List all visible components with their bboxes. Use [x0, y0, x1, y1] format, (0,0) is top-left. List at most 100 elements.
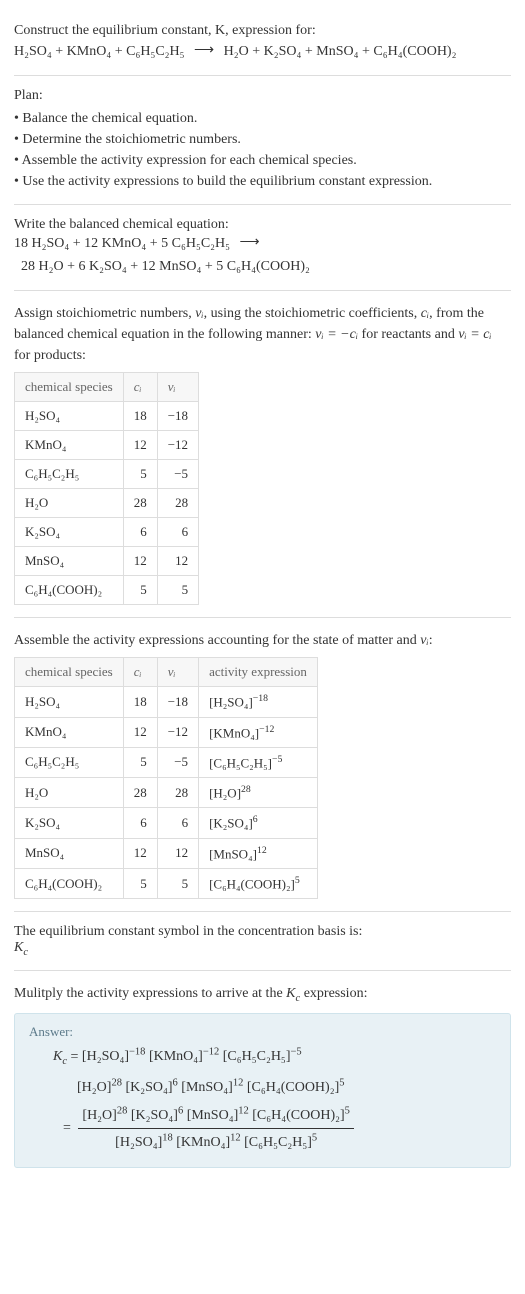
- cell-nu: 6: [157, 518, 198, 547]
- term: [MnSO₄]12: [181, 1080, 243, 1095]
- term: [C₆H₅C₂H₅]−5: [223, 1049, 302, 1064]
- table-row: K₂SO₄66[K₂SO₄]6: [15, 808, 318, 838]
- divider: [14, 204, 511, 205]
- col-nu: νᵢ: [157, 373, 198, 402]
- table-row: H₂SO₄18−18: [15, 402, 199, 431]
- activity-table: chemical species cᵢ νᵢ activity expressi…: [14, 657, 318, 899]
- table-row: C₆H₅C₂H₅5−5[C₆H₅C₂H₅]−5: [15, 747, 318, 777]
- cell-species: H₂SO₄: [15, 402, 124, 431]
- divider: [14, 911, 511, 912]
- cell-species: KMnO₄: [15, 717, 124, 747]
- cell-nu: −18: [157, 687, 198, 717]
- kc-k: K: [14, 940, 23, 955]
- cell-nu: 5: [157, 869, 198, 899]
- cell-activity: [H₂O]28: [199, 778, 318, 808]
- term: [K₂SO₄]6: [125, 1080, 177, 1095]
- col-activity: activity expression: [199, 658, 318, 687]
- rel-reactants: νᵢ = −cᵢ: [315, 327, 358, 342]
- plan-section: Plan: Balance the chemical equation. Det…: [14, 80, 511, 200]
- term: [C₆H₄(COOH)₂]5: [252, 1108, 350, 1123]
- table-row: H₂O2828[H₂O]28: [15, 778, 318, 808]
- ci-header: cᵢ: [134, 664, 142, 679]
- cell-ci: 5: [123, 460, 157, 489]
- cell-species: MnSO₄: [15, 547, 124, 576]
- cell-nu: 5: [157, 576, 198, 605]
- cell-ci: 18: [123, 402, 157, 431]
- plan-item: Determine the stoichiometric numbers.: [14, 129, 511, 150]
- multiply-intro: Mulitply the activity expressions to arr…: [14, 983, 511, 1007]
- answer-box: Answer: Kc = [H₂SO₄]−18 [KMnO₄]−12 [C₆H₅…: [14, 1013, 511, 1168]
- term: [K₂SO₄]6: [131, 1108, 183, 1123]
- table-row: KMnO₄12−12[KMnO₄]−12: [15, 717, 318, 747]
- term: [MnSO₄]12: [187, 1108, 249, 1123]
- cell-activity: [H₂SO₄]−18: [199, 687, 318, 717]
- cell-activity: [MnSO₄]12: [199, 838, 318, 868]
- kc-expression-line1: Kc = [H₂SO₄]−18 [KMnO₄]−12 [C₆H₅C₂H₅]−5: [53, 1044, 496, 1072]
- table-row: KMnO₄12−12: [15, 431, 199, 460]
- cell-nu: −12: [157, 431, 198, 460]
- t: for reactants and: [358, 327, 458, 342]
- col-species: chemical species: [15, 373, 124, 402]
- nu-header: νᵢ: [168, 664, 176, 679]
- term: [H₂O]28: [77, 1080, 122, 1095]
- kc-k: K: [53, 1049, 62, 1064]
- activity-section: Assemble the activity expressions accoun…: [14, 622, 511, 907]
- symbol-section: The equilibrium constant symbol in the c…: [14, 916, 511, 966]
- nu-header: νᵢ: [168, 379, 176, 394]
- t: :: [429, 633, 433, 648]
- t: expression:: [300, 986, 367, 1001]
- cell-nu: 12: [157, 838, 198, 868]
- table-row: C₆H₅C₂H₅5−5: [15, 460, 199, 489]
- cell-nu: −18: [157, 402, 198, 431]
- ci-symbol: cᵢ: [421, 306, 429, 321]
- kc-expression-line2: [H₂O]28 [K₂SO₄]6 [MnSO₄]12 [C₆H₄(COOH)₂]…: [77, 1074, 496, 1100]
- cell-ci: 28: [123, 778, 157, 808]
- table-header-row: chemical species cᵢ νᵢ: [15, 373, 199, 402]
- cell-ci: 12: [123, 717, 157, 747]
- balanced-line2: 28 H₂O + 6 K₂SO₄ + 12 MnSO₄ + 5 C₆H₄(COO…: [21, 259, 310, 274]
- cell-species: MnSO₄: [15, 838, 124, 868]
- nu-symbol: νᵢ: [195, 306, 203, 321]
- table-row: H₂SO₄18−18[H₂SO₄]−18: [15, 687, 318, 717]
- term: [H₂O]28: [82, 1108, 127, 1123]
- kc-k: K: [286, 986, 295, 1001]
- cell-nu: −12: [157, 717, 198, 747]
- fraction-denominator: [H₂SO₄]18 [KMnO₄]12 [C₆H₅C₂H₅]5: [78, 1129, 354, 1155]
- rel-products: νᵢ = cᵢ: [458, 327, 491, 342]
- t: Assign stoichiometric numbers,: [14, 306, 195, 321]
- cell-ci: 12: [123, 431, 157, 460]
- nu-symbol: νᵢ: [420, 633, 428, 648]
- table-row: MnSO₄1212[MnSO₄]12: [15, 838, 318, 868]
- balanced-heading: Write the balanced chemical equation:: [14, 217, 511, 233]
- cell-species: K₂SO₄: [15, 808, 124, 838]
- col-species: chemical species: [15, 658, 124, 687]
- col-ci: cᵢ: [123, 658, 157, 687]
- kc-sub: c: [62, 1056, 67, 1067]
- plan-item: Use the activity expressions to build th…: [14, 171, 511, 192]
- term: [H₂SO₄]18: [115, 1135, 173, 1150]
- intro-section: Construct the equilibrium constant, K, e…: [14, 12, 511, 71]
- cell-species: H₂O: [15, 778, 124, 808]
- divider: [14, 290, 511, 291]
- cell-species: KMnO₄: [15, 431, 124, 460]
- term: [KMnO₄]−12: [149, 1049, 219, 1064]
- kc-sub: c: [23, 947, 28, 958]
- cell-activity: [C₆H₅C₂H₅]−5: [199, 747, 318, 777]
- kc-symbol: Kc: [53, 1049, 67, 1064]
- cell-species: C₆H₄(COOH)₂: [15, 869, 124, 899]
- balanced-line1: 18 H₂SO₄ + 12 KMnO₄ + 5 C₆H₅C₂H₅: [14, 236, 230, 251]
- arrow-icon: ⟶: [234, 232, 266, 254]
- cell-nu: 28: [157, 778, 198, 808]
- arrow-icon: ⟶: [188, 40, 220, 62]
- cell-ci: 5: [123, 747, 157, 777]
- plan-item: Balance the chemical equation.: [14, 108, 511, 129]
- table-row: K₂SO₄66: [15, 518, 199, 547]
- cell-ci: 6: [123, 808, 157, 838]
- divider: [14, 75, 511, 76]
- intro-text: Construct the equilibrium constant, K, e…: [14, 23, 316, 38]
- table-header-row: chemical species cᵢ νᵢ activity expressi…: [15, 658, 318, 687]
- cell-species: H₂SO₄: [15, 687, 124, 717]
- multiply-section: Mulitply the activity expressions to arr…: [14, 975, 511, 1175]
- table-row: C₆H₄(COOH)₂55[C₆H₄(COOH)₂]5: [15, 869, 318, 899]
- col-ci: cᵢ: [123, 373, 157, 402]
